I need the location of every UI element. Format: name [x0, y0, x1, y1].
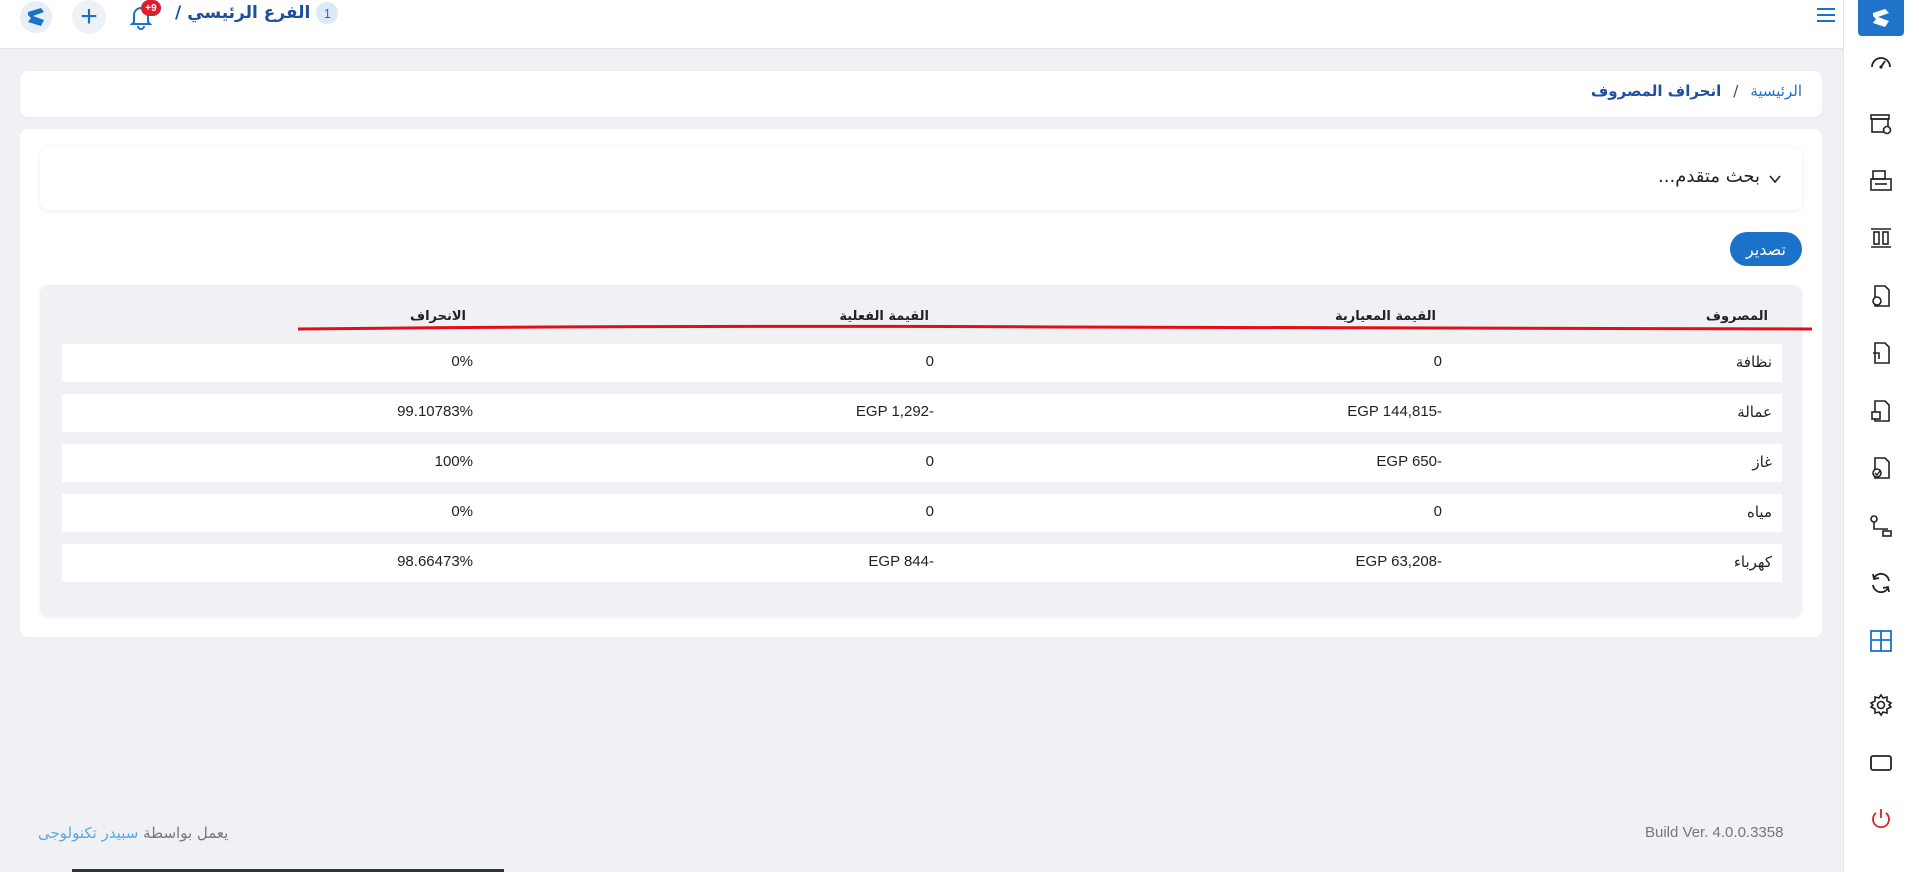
cell-deviation: 100% [434, 453, 473, 470]
cell-expense: غاز [1752, 453, 1772, 471]
expense-deviation-table: المصروف القيمة المعيارية القيمة الفعلية … [40, 285, 1812, 617]
powered-by-prefix: يعمل بواسطة [143, 824, 229, 842]
transfer-icon[interactable] [1868, 513, 1894, 539]
powered-by-brand-link[interactable]: سبيدر تكنولوجى [38, 824, 138, 842]
columns-icon[interactable] [1868, 225, 1894, 251]
chevron-down-icon [1768, 170, 1782, 184]
table-row[interactable]: غاز EGP 650- 0 100% [62, 444, 1782, 482]
export-button[interactable]: تصدير [1729, 232, 1802, 266]
build-version: Build Ver. 4.0.0.3358 [1645, 824, 1784, 841]
cell-expense: نظافة [1735, 353, 1772, 371]
package-document-icon[interactable] [1868, 398, 1894, 424]
screen-icon[interactable] [1868, 750, 1894, 776]
cell-actual-value: EGP 844- [868, 553, 934, 570]
branch-name: الفرع الرئيسي [187, 3, 311, 23]
document-icon[interactable] [1868, 340, 1894, 366]
cell-actual-value: 0 [925, 503, 934, 520]
annotation-underline [298, 324, 1812, 331]
cell-standard-value: EGP 63,208- [1355, 553, 1442, 570]
advanced-search-label: بحث متقدم... [1658, 166, 1760, 187]
right-sidebar [1843, 0, 1919, 872]
plus-icon: + [80, 0, 98, 33]
advanced-search-panel[interactable]: بحث متقدم... [40, 148, 1802, 210]
advanced-search-toggle[interactable]: بحث متقدم... [1658, 166, 1782, 187]
breadcrumb-separator: / [1733, 82, 1739, 100]
cell-actual-value: 0 [925, 453, 934, 470]
breadcrumb-home-link[interactable]: الرئيسية [1750, 82, 1802, 100]
check-document-icon[interactable] [1868, 455, 1894, 481]
cell-actual-value: EGP 1,292- [855, 403, 934, 420]
powered-by: يعمل بواسطة سبيدر تكنولوجى [38, 824, 228, 842]
breadcrumb-card: الرئيسية / انحراف المصروف [20, 71, 1822, 117]
cell-deviation: 0% [451, 503, 473, 520]
cashier-icon[interactable] [1868, 168, 1894, 194]
breadcrumb: الرئيسية / انحراف المصروف [1591, 82, 1802, 100]
dashboard-icon[interactable] [1868, 50, 1894, 76]
cell-expense: عمالة [1737, 403, 1772, 421]
cell-expense: كهرباء [1733, 553, 1772, 571]
main-card: بحث متقدم... تصدير المصروف القيمة المعيا… [20, 129, 1822, 637]
cell-standard-value: EGP 650- [1376, 453, 1442, 470]
cell-deviation: 98.66473% [397, 553, 473, 570]
branch-slash: / [175, 3, 182, 23]
hamburger-menu-icon[interactable] [1815, 4, 1837, 26]
cell-standard-value: 0 [1433, 353, 1442, 370]
branch-selector[interactable]: 1 الفرع الرئيسي / [175, 2, 339, 24]
cell-actual-value: 0 [925, 353, 934, 370]
cell-standard-value: 0 [1433, 503, 1442, 520]
cell-expense: مياه [1747, 503, 1772, 521]
branch-count-badge: 1 [316, 2, 339, 24]
refresh-icon[interactable] [1868, 570, 1894, 596]
app-logo-icon[interactable] [19, 0, 53, 34]
money-document-icon[interactable] [1868, 283, 1894, 309]
notifications-badge: +9 [141, 0, 161, 16]
layout-icon[interactable] [1868, 628, 1894, 654]
cell-deviation: 0% [451, 353, 473, 370]
table-row[interactable]: كهرباء EGP 63,208- EGP 844- 98.66473% [62, 544, 1782, 582]
store-settings-icon[interactable] [1868, 111, 1894, 137]
table-row[interactable]: عمالة EGP 144,815- EGP 1,292- 99.10783% [62, 394, 1782, 432]
breadcrumb-current: انحراف المصروف [1590, 82, 1722, 100]
cell-standard-value: EGP 144,815- [1347, 403, 1442, 420]
settings-icon[interactable] [1868, 692, 1894, 718]
cell-deviation: 99.10783% [397, 403, 473, 420]
top-bar: + +9 1 الفرع الرئيسي / [0, 0, 1843, 49]
power-icon[interactable] [1868, 806, 1894, 832]
table-row[interactable]: مياه 0 0 0% [62, 494, 1782, 532]
table-row[interactable]: نظافة 0 0 0% [62, 344, 1782, 382]
add-button[interactable]: + [72, 0, 106, 34]
sidebar-logo-icon[interactable] [1858, 0, 1904, 36]
